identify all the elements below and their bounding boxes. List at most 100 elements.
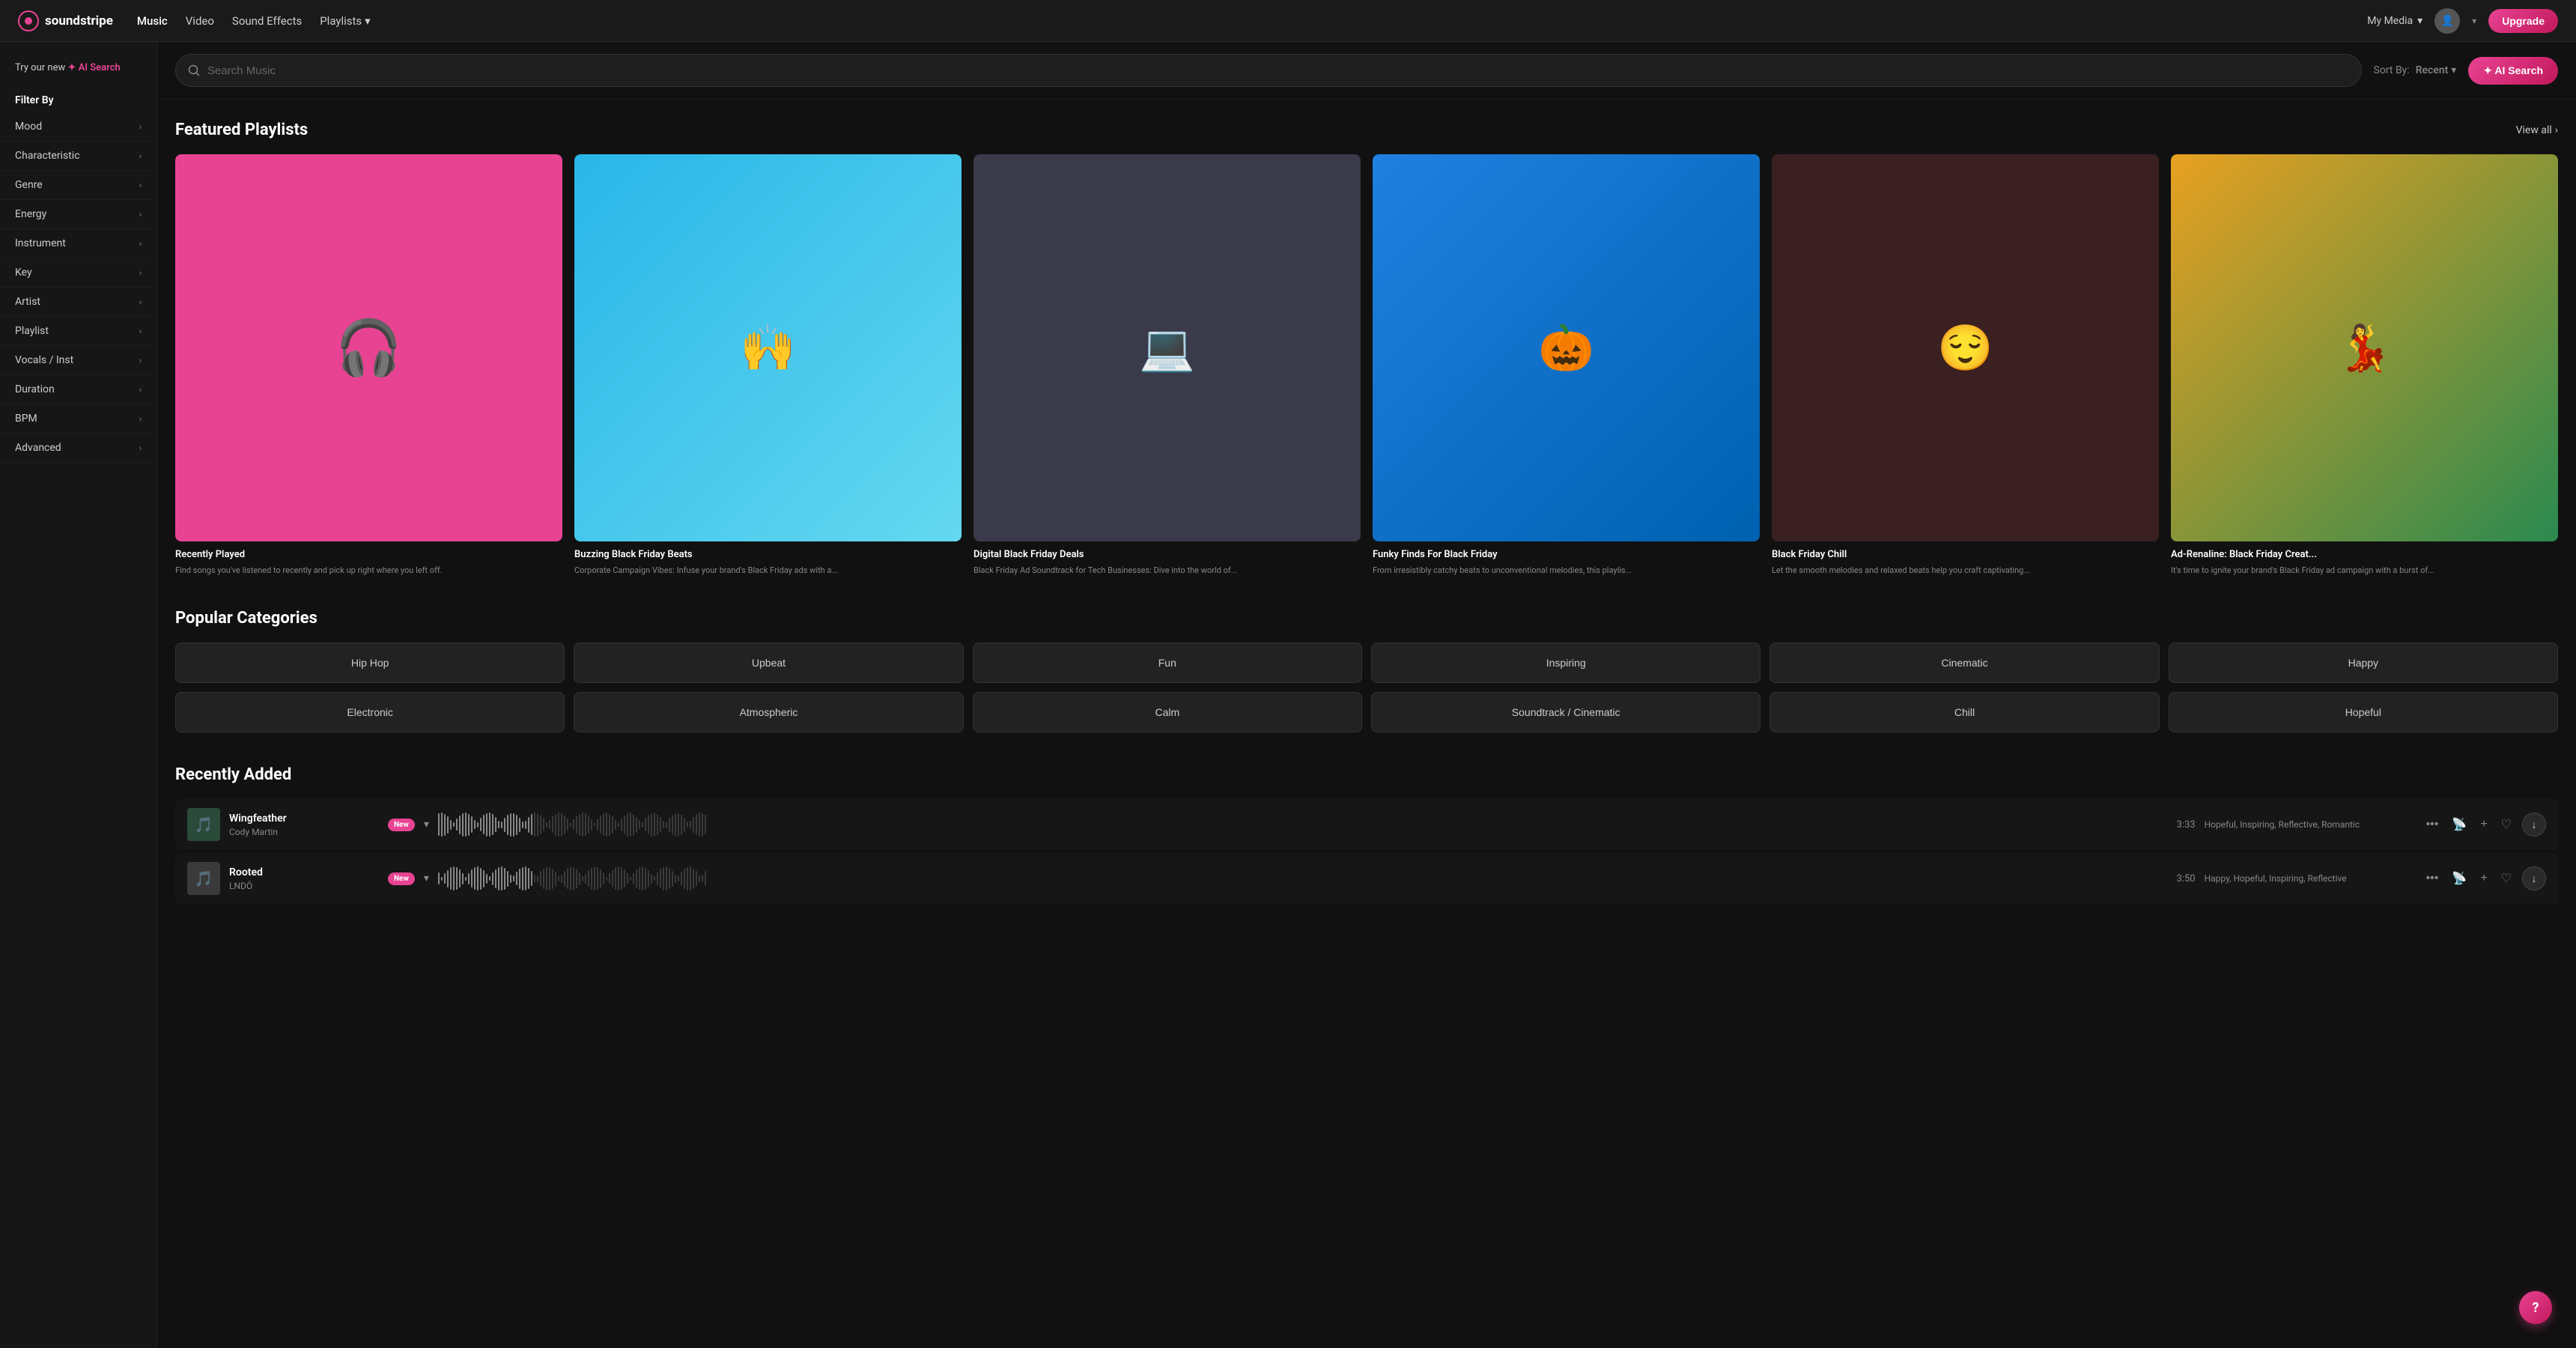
- download-button[interactable]: ↓: [2522, 866, 2546, 890]
- playlist-card-recently-played[interactable]: 🎧 Recently Played Find songs you've list…: [175, 154, 562, 576]
- playlists-grid: 🎧 Recently Played Find songs you've list…: [175, 154, 2558, 576]
- filter-by-label: Filter By: [0, 82, 157, 112]
- like-button[interactable]: ♡: [2498, 868, 2515, 889]
- broadcast-button[interactable]: 📡: [2449, 868, 2470, 889]
- like-button[interactable]: ♡: [2498, 814, 2515, 835]
- chevron-right-icon: ›: [139, 327, 142, 336]
- card-title: Recently Played: [175, 549, 562, 562]
- track-actions: ••• 📡 + ♡ ↓: [2423, 813, 2546, 837]
- playlist-card-funky[interactable]: 🎃 Funky Finds For Black Friday From irre…: [1373, 154, 1760, 576]
- nav-playlists[interactable]: Playlists ▾: [320, 14, 370, 28]
- chevron-down-icon: ▾: [2417, 15, 2422, 27]
- filter-genre[interactable]: Genre ›: [0, 171, 157, 200]
- track-row[interactable]: 🎵 Wingfeather Cody Martin New ▾ 3:33 Hop…: [175, 799, 2558, 850]
- app-layout: Try our new ✦ AI Search Filter By Mood ›…: [0, 42, 2576, 1348]
- nav-right: My Media ▾ 👤 ▾ Upgrade: [2367, 8, 2558, 34]
- filter-energy[interactable]: Energy ›: [0, 200, 157, 229]
- card-title: Buzzing Black Friday Beats: [574, 549, 962, 562]
- avatar[interactable]: 👤: [2434, 8, 2460, 34]
- view-all-button[interactable]: View all ›: [2516, 124, 2558, 136]
- card-desc: From irresistibly catchy beats to unconv…: [1373, 565, 1760, 576]
- sort-by-area: Sort By: Recent ▾: [2374, 64, 2457, 76]
- popular-categories-section: Popular Categories Hip Hop Upbeat Fun In…: [157, 588, 2576, 744]
- card-title: Ad-Renaline: Black Friday Creat...: [2171, 549, 2558, 562]
- track-info: Rooted LNDÖ: [229, 866, 379, 891]
- track-name: Rooted: [229, 866, 379, 878]
- search-input[interactable]: [207, 64, 2349, 77]
- card-image-wrap: 😌: [1772, 154, 2159, 541]
- card-desc: Corporate Campaign Vibes: Infuse your br…: [574, 565, 962, 576]
- category-chill[interactable]: Chill: [1770, 692, 2159, 732]
- category-fun[interactable]: Fun: [973, 643, 1362, 683]
- category-inspiring[interactable]: Inspiring: [1371, 643, 1761, 683]
- category-upbeat[interactable]: Upbeat: [574, 643, 963, 683]
- broadcast-button[interactable]: 📡: [2449, 814, 2470, 835]
- filter-vocals[interactable]: Vocals / Inst ›: [0, 346, 157, 375]
- filter-instrument[interactable]: Instrument ›: [0, 229, 157, 258]
- ai-search-button[interactable]: ✦ AI Search: [2468, 57, 2558, 85]
- search-icon: [188, 64, 200, 76]
- waveform: [438, 811, 2157, 838]
- category-atmospheric[interactable]: Atmospheric: [574, 692, 963, 732]
- main-content: Sort By: Recent ▾ ✦ AI Search Featured P…: [157, 42, 2576, 1348]
- chevron-down-icon: ▾: [365, 14, 371, 28]
- logo[interactable]: soundstripe: [18, 10, 113, 31]
- category-hip-hop[interactable]: Hip Hop: [175, 643, 565, 683]
- my-media-button[interactable]: My Media ▾: [2367, 15, 2422, 27]
- playlist-card-chill[interactable]: 😌 Black Friday Chill Let the smooth melo…: [1772, 154, 2159, 576]
- category-electronic[interactable]: Electronic: [175, 692, 565, 732]
- featured-playlists-header: Featured Playlists View all ›: [175, 121, 2558, 139]
- nav-video[interactable]: Video: [186, 14, 214, 28]
- nav-music[interactable]: Music: [137, 14, 168, 28]
- new-badge: New: [388, 872, 415, 885]
- playlist-card-adrenaline[interactable]: 💃 Ad-Renaline: Black Friday Creat... It'…: [2171, 154, 2558, 576]
- card-desc: It's time to ignite your brand's Black F…: [2171, 565, 2558, 576]
- upgrade-button[interactable]: Upgrade: [2488, 9, 2558, 33]
- track-thumbnail: 🎵: [187, 862, 220, 895]
- filter-artist[interactable]: Artist ›: [0, 288, 157, 317]
- playlist-card-digital[interactable]: 💻 Digital Black Friday Deals Black Frida…: [973, 154, 1361, 576]
- track-duration: 3:50: [2166, 873, 2196, 884]
- category-cinematic[interactable]: Cinematic: [1770, 643, 2159, 683]
- chevron-down-icon: ▾: [2451, 64, 2456, 76]
- search-input-wrap: [175, 54, 2362, 87]
- new-badge: New: [388, 819, 415, 831]
- track-info: Wingfeather Cody Martin: [229, 813, 379, 837]
- download-button[interactable]: ↓: [2522, 813, 2546, 837]
- more-options-button[interactable]: •••: [2423, 869, 2442, 888]
- sort-value[interactable]: Recent ▾: [2416, 64, 2457, 76]
- filter-characteristic[interactable]: Characteristic ›: [0, 142, 157, 171]
- help-bubble[interactable]: ?: [2519, 1291, 2552, 1324]
- card-desc: Let the smooth melodies and relaxed beat…: [1772, 565, 2159, 576]
- chevron-right-icon: ›: [139, 443, 142, 453]
- featured-playlists-section: Featured Playlists View all › 🎧 Recently…: [157, 100, 2576, 588]
- more-options-button[interactable]: •••: [2423, 815, 2442, 834]
- filter-list: Mood › Characteristic › Genre › Energy ›…: [0, 112, 157, 463]
- chevron-right-icon: ›: [139, 151, 142, 161]
- filter-key[interactable]: Key ›: [0, 258, 157, 288]
- category-soundtrack-cinematic[interactable]: Soundtrack / Cinematic: [1371, 692, 1761, 732]
- expand-icon[interactable]: ▾: [424, 872, 429, 884]
- category-happy[interactable]: Happy: [2169, 643, 2558, 683]
- category-calm[interactable]: Calm: [973, 692, 1362, 732]
- nav-sound-effects[interactable]: Sound Effects: [232, 14, 302, 28]
- recently-added-header: Recently Added: [175, 765, 2558, 784]
- category-hopeful[interactable]: Hopeful: [2169, 692, 2558, 732]
- filter-playlist[interactable]: Playlist ›: [0, 317, 157, 346]
- chevron-down-icon[interactable]: ▾: [2472, 16, 2476, 26]
- chevron-right-icon: ›: [139, 210, 142, 219]
- filter-duration[interactable]: Duration ›: [0, 375, 157, 404]
- filter-mood[interactable]: Mood ›: [0, 112, 157, 142]
- add-button[interactable]: +: [2477, 815, 2490, 834]
- track-name: Wingfeather: [229, 813, 379, 825]
- filter-bpm[interactable]: BPM ›: [0, 404, 157, 434]
- expand-icon[interactable]: ▾: [424, 819, 429, 831]
- track-row[interactable]: 🎵 Rooted LNDÖ New ▾ 3:50 Happy, Hopeful,…: [175, 853, 2558, 904]
- ai-search-promo-link[interactable]: ✦ AI Search: [67, 61, 120, 75]
- filter-advanced[interactable]: Advanced ›: [0, 434, 157, 463]
- add-button[interactable]: +: [2477, 869, 2490, 888]
- popular-categories-header: Popular Categories: [175, 609, 2558, 628]
- playlist-card-buzzing[interactable]: 🙌 Buzzing Black Friday Beats Corporate C…: [574, 154, 962, 576]
- card-image-wrap: 💃: [2171, 154, 2558, 541]
- brand-name: soundstripe: [45, 13, 113, 28]
